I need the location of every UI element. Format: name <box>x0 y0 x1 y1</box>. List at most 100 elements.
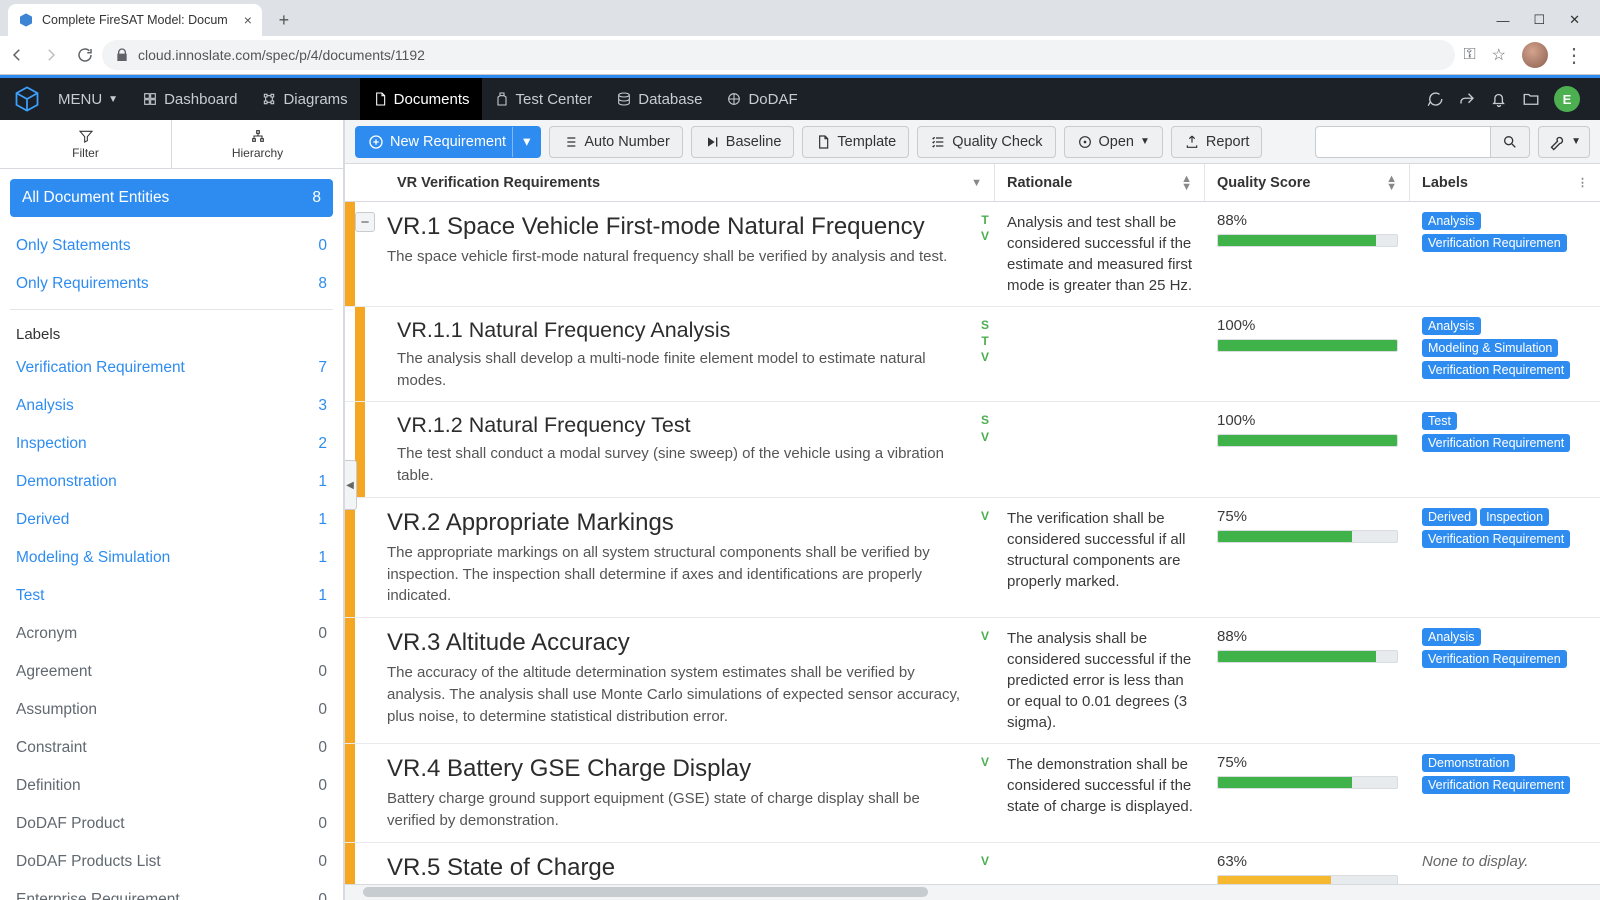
label-tag[interactable]: Verification Requiremen <box>1422 650 1567 668</box>
sidebar-item-all-entities[interactable]: All Document Entities 8 <box>10 179 333 217</box>
browser-tab[interactable]: Complete FireSAT Model: Docum × <box>8 4 262 36</box>
open-button[interactable]: Open▼ <box>1064 126 1163 158</box>
comment-icon[interactable] <box>1426 90 1444 108</box>
row-rationale: The analysis shall be considered success… <box>995 618 1205 743</box>
row-labels: DerivedInspection Verification Requiremen… <box>1410 498 1600 617</box>
sidebar-label-assumption[interactable]: Assumption0 <box>10 691 333 729</box>
search-button[interactable] <box>1490 126 1530 158</box>
nav-dodaf[interactable]: DoDAF <box>714 78 809 120</box>
label-tag[interactable]: Analysis <box>1422 628 1481 646</box>
table-row[interactable]: VR.3 Altitude Accuracy The accuracy of t… <box>345 618 1600 744</box>
sidebar-label-agreement[interactable]: Agreement0 <box>10 653 333 691</box>
new-requirement-button[interactable]: New Requirement ▾ <box>355 126 541 158</box>
labels-heading: Labels <box>10 322 333 349</box>
sidebar-item-only-statements[interactable]: Only Statements0 <box>10 227 333 265</box>
back-icon[interactable] <box>8 46 26 64</box>
kebab-icon[interactable]: ⋮ <box>1577 179 1588 187</box>
chevron-down-icon[interactable]: ▼ <box>971 179 982 187</box>
kebab-icon[interactable]: ⋮ <box>1564 43 1584 68</box>
url-box[interactable]: cloud.innoslate.com/spec/p/4/documents/1… <box>102 40 1455 70</box>
label-tag[interactable]: Verification Requirement <box>1422 434 1570 452</box>
collapse-button[interactable]: − <box>355 212 375 232</box>
sidebar-label-acronym[interactable]: Acronym0 <box>10 615 333 653</box>
nav-database[interactable]: Database <box>604 78 714 120</box>
sidebar-label-dodaf-products-list[interactable]: DoDAF Products List0 <box>10 843 333 881</box>
reload-icon[interactable] <box>76 46 94 64</box>
label-tag[interactable]: Inspection <box>1480 508 1549 526</box>
nav-diagrams[interactable]: Diagrams <box>249 78 359 120</box>
sidebar-label-enterprise-requirement[interactable]: Enterprise Requirement0 <box>10 881 333 900</box>
col-requirements[interactable]: VR Verification Requirements <box>397 175 600 191</box>
sidebar-label-definition[interactable]: Definition0 <box>10 767 333 805</box>
auto-number-button[interactable]: Auto Number <box>549 126 682 158</box>
report-button[interactable]: Report <box>1171 126 1263 158</box>
sidebar-label-inspection[interactable]: Inspection2 <box>10 425 333 463</box>
share-icon[interactable] <box>1458 90 1476 108</box>
forward-icon[interactable] <box>42 46 60 64</box>
sidebar-label-modeling-simulation[interactable]: Modeling & Simulation1 <box>10 539 333 577</box>
label-tag[interactable]: Analysis <box>1422 212 1481 230</box>
horizontal-scrollbar[interactable] <box>345 884 1600 900</box>
col-rationale[interactable]: Rationale <box>1007 175 1072 191</box>
label-tag[interactable]: Verification Requiremen <box>1422 234 1567 252</box>
minimize-icon[interactable]: ― <box>1496 13 1509 28</box>
nav-dashboard[interactable]: Dashboard <box>130 78 249 120</box>
row-quality: 63% <box>1205 843 1410 885</box>
row-quality: 75% <box>1205 498 1410 617</box>
star-icon[interactable]: ☆ <box>1492 45 1506 65</box>
sidebar-collapse-button[interactable]: ◀ <box>345 460 357 510</box>
close-window-icon[interactable]: ✕ <box>1569 12 1580 28</box>
table-row[interactable]: VR.1.2 Natural Frequency Test The test s… <box>345 402 1600 497</box>
label-tag[interactable]: Derived <box>1422 508 1477 526</box>
row-rationale: Analysis and test shall be considered su… <box>995 202 1205 306</box>
sidebar-label-verification-requirement[interactable]: Verification Requirement7 <box>10 349 333 387</box>
col-labels[interactable]: Labels <box>1422 175 1468 191</box>
sidebar-tab-hierarchy[interactable]: Hierarchy <box>172 120 343 168</box>
label-tag[interactable]: Verification Requirement <box>1422 530 1570 548</box>
close-icon[interactable]: × <box>244 12 252 28</box>
favicon-icon <box>18 12 34 28</box>
sort-icon[interactable]: ▲▼ <box>1181 175 1192 191</box>
sidebar-tab-filter[interactable]: Filter <box>0 120 172 168</box>
app-logo[interactable] <box>8 80 46 118</box>
table-row[interactable]: − VR.1 Space Vehicle First-mode Natural … <box>345 202 1600 307</box>
tab-strip: Complete FireSAT Model: Docum × + ― ☐ ✕ <box>0 0 1600 36</box>
label-tag[interactable]: Verification Requirement <box>1422 361 1570 379</box>
row-title: VR.5 State of Charge <box>387 853 963 883</box>
settings-button[interactable]: ▼ <box>1538 126 1590 158</box>
template-button[interactable]: Template <box>802 126 909 158</box>
quality-check-button[interactable]: Quality Check <box>917 126 1055 158</box>
baseline-button[interactable]: Baseline <box>691 126 795 158</box>
sidebar-label-dodaf-product[interactable]: DoDAF Product0 <box>10 805 333 843</box>
profile-avatar[interactable] <box>1522 42 1548 68</box>
table-row[interactable]: VR.4 Battery GSE Charge Display Battery … <box>345 744 1600 843</box>
user-avatar[interactable]: E <box>1554 86 1580 112</box>
key-icon[interactable]: ⚿ <box>1463 46 1475 64</box>
sidebar-item-only-requirements[interactable]: Only Requirements8 <box>10 265 333 303</box>
chevron-down-icon[interactable]: ▾ <box>512 127 540 157</box>
maximize-icon[interactable]: ☐ <box>1533 12 1545 28</box>
tab-title: Complete FireSAT Model: Docum <box>42 13 228 27</box>
col-quality[interactable]: Quality Score <box>1217 175 1310 191</box>
label-tag[interactable]: Demonstration <box>1422 754 1515 772</box>
sort-icon[interactable]: ▲▼ <box>1386 175 1397 191</box>
nav-documents[interactable]: Documents <box>360 78 482 120</box>
sidebar-label-derived[interactable]: Derived1 <box>10 501 333 539</box>
folder-icon[interactable] <box>1522 90 1540 108</box>
nav-menu[interactable]: MENU▼ <box>46 78 130 120</box>
table-row[interactable]: VR.5 State of Charge The demonstration s… <box>345 843 1600 885</box>
table-row[interactable]: VR.1.1 Natural Frequency Analysis The an… <box>345 307 1600 402</box>
label-tag[interactable]: Analysis <box>1422 317 1481 335</box>
sidebar-label-analysis[interactable]: Analysis3 <box>10 387 333 425</box>
table-row[interactable]: VR.2 Appropriate Markings The appropriat… <box>345 498 1600 618</box>
sidebar-label-test[interactable]: Test1 <box>10 577 333 615</box>
label-tag[interactable]: Test <box>1422 412 1457 430</box>
search-input[interactable] <box>1315 126 1490 158</box>
label-tag[interactable]: Verification Requirement <box>1422 776 1570 794</box>
sidebar-label-demonstration[interactable]: Demonstration1 <box>10 463 333 501</box>
nav-test-center[interactable]: Test Center <box>482 78 605 120</box>
new-tab-button[interactable]: + <box>270 6 298 34</box>
sidebar-label-constraint[interactable]: Constraint0 <box>10 729 333 767</box>
label-tag[interactable]: Modeling & Simulation <box>1422 339 1558 357</box>
bell-icon[interactable] <box>1490 90 1508 108</box>
